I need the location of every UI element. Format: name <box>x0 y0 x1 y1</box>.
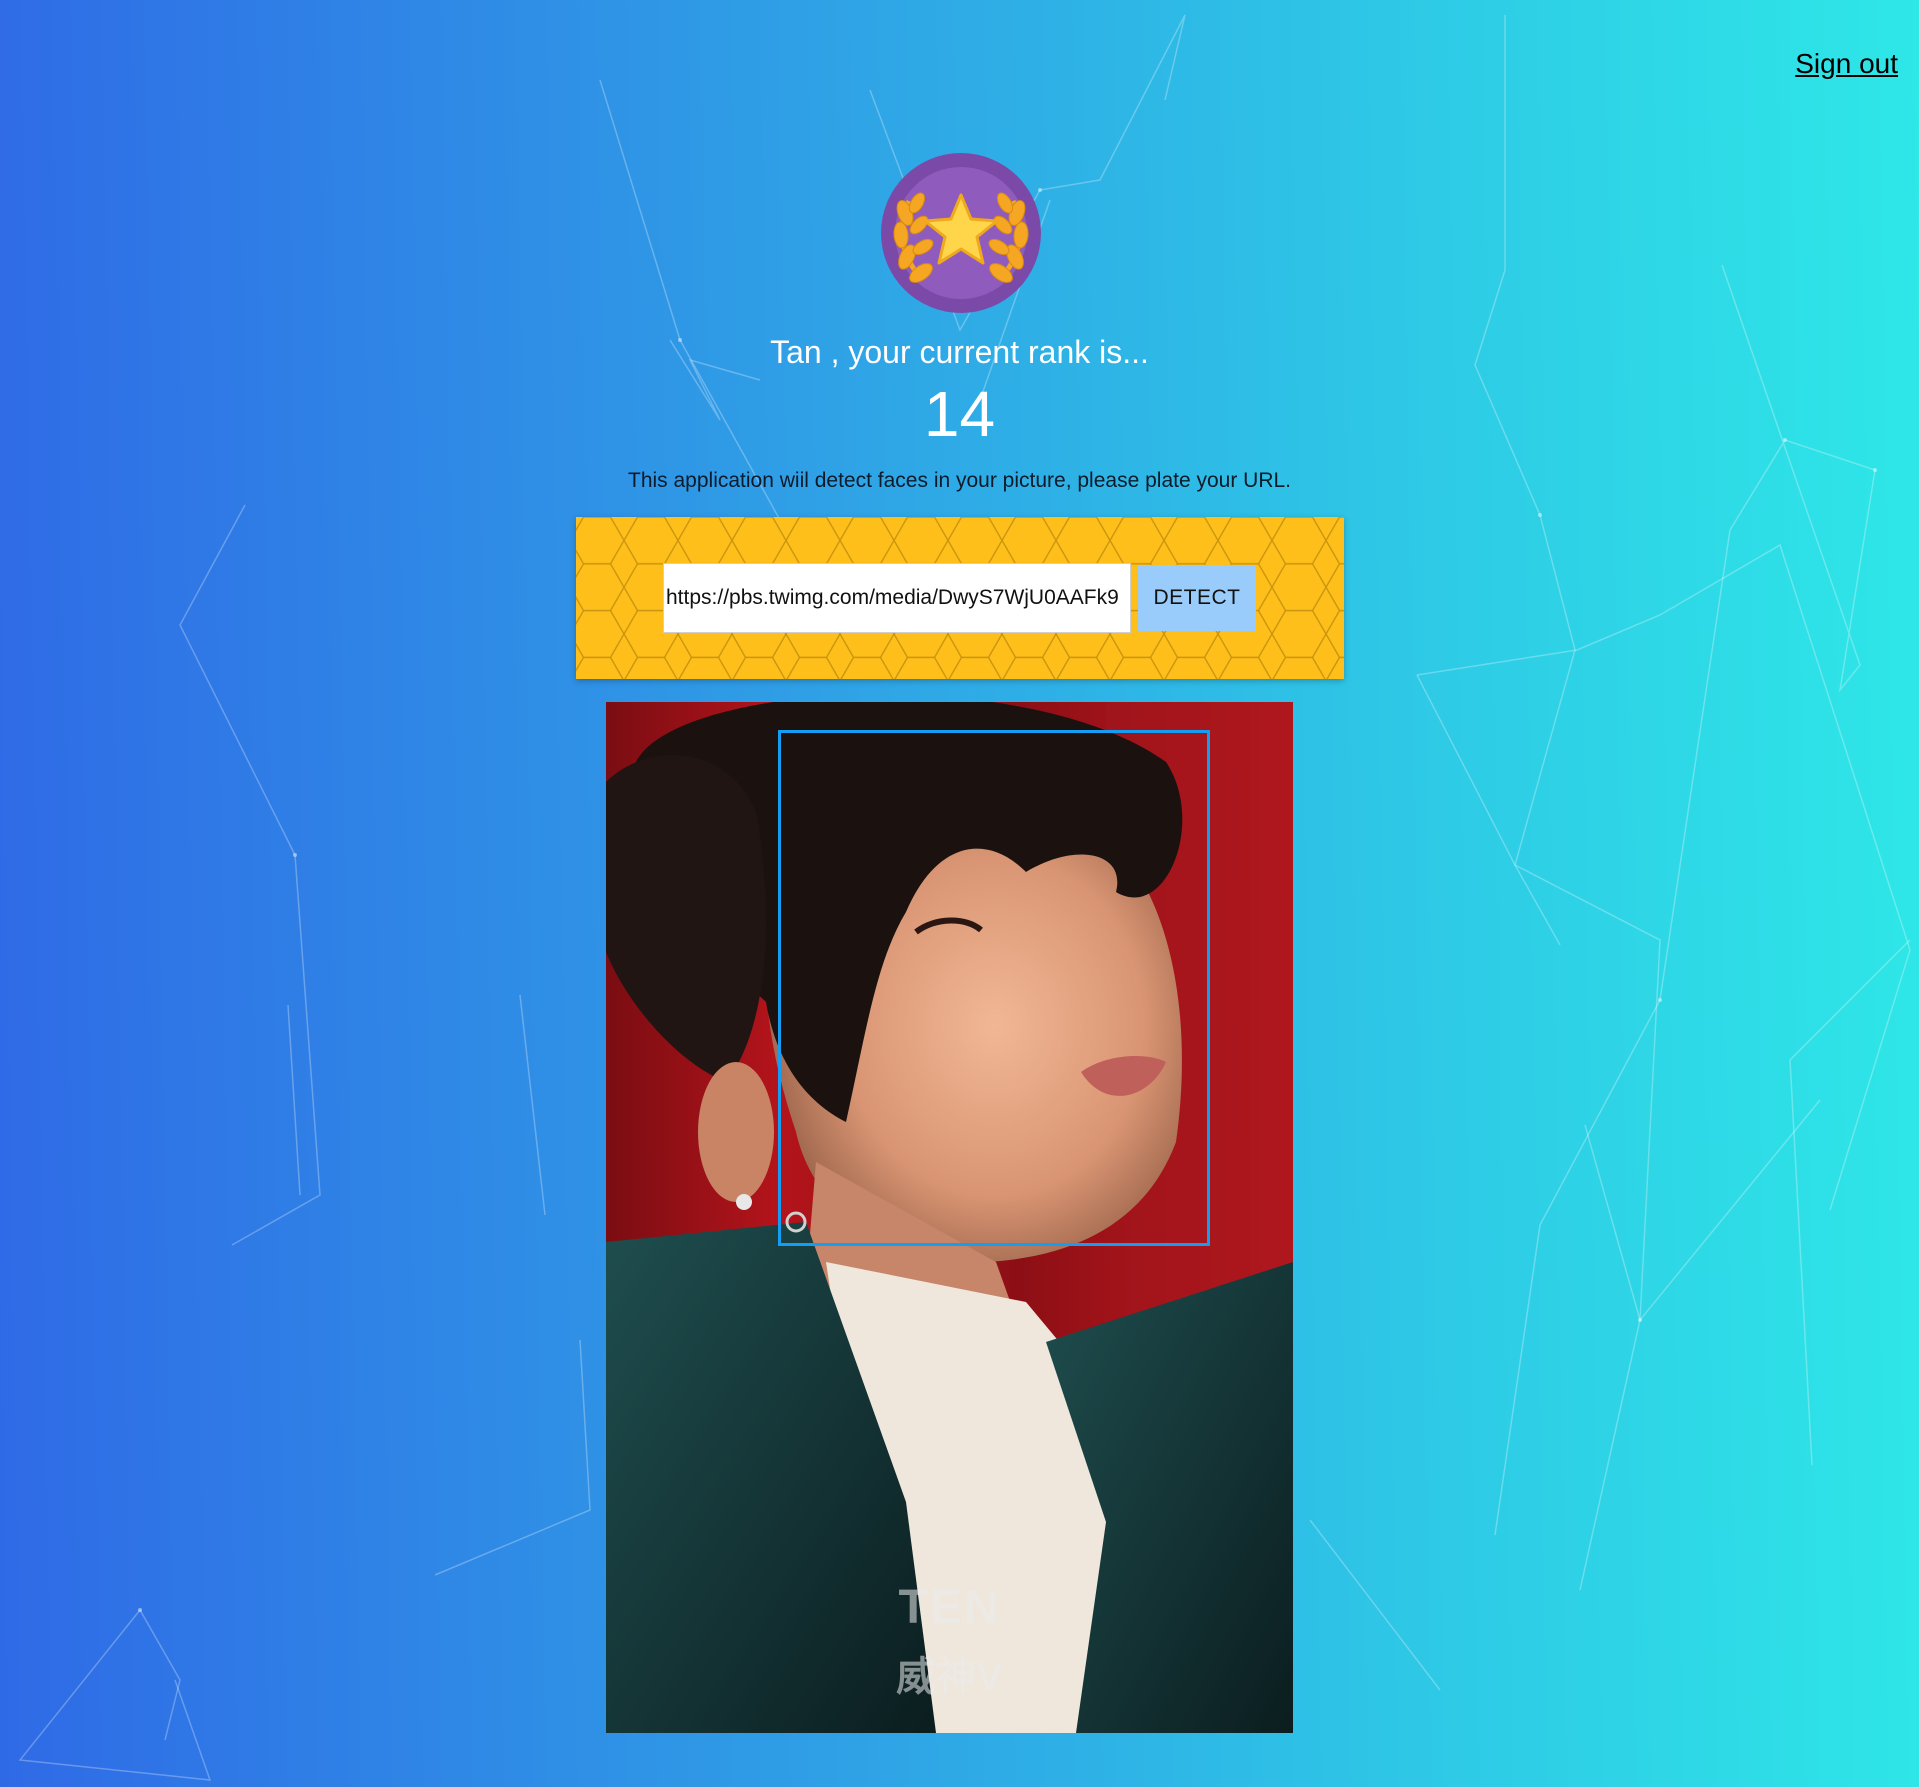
uploaded-photo: TEN 威神V <box>606 702 1293 1733</box>
detect-button[interactable]: DETECT <box>1138 565 1256 631</box>
image-url-input[interactable] <box>663 563 1131 633</box>
face-bounding-box <box>778 730 1210 1246</box>
watermark-line-1: TEN <box>898 1581 1001 1634</box>
url-form-panel: DETECT <box>576 517 1344 679</box>
rank-value: 14 <box>923 378 996 450</box>
instructions-text: This application wiil detect faces in yo… <box>628 469 1291 492</box>
rank-badge-icon <box>879 151 1043 315</box>
watermark-line-2: 威神V <box>896 1655 1003 1699</box>
rank-greeting: Tan , your current rank is... <box>770 334 1149 370</box>
sign-out-link[interactable]: Sign out <box>1795 48 1898 80</box>
